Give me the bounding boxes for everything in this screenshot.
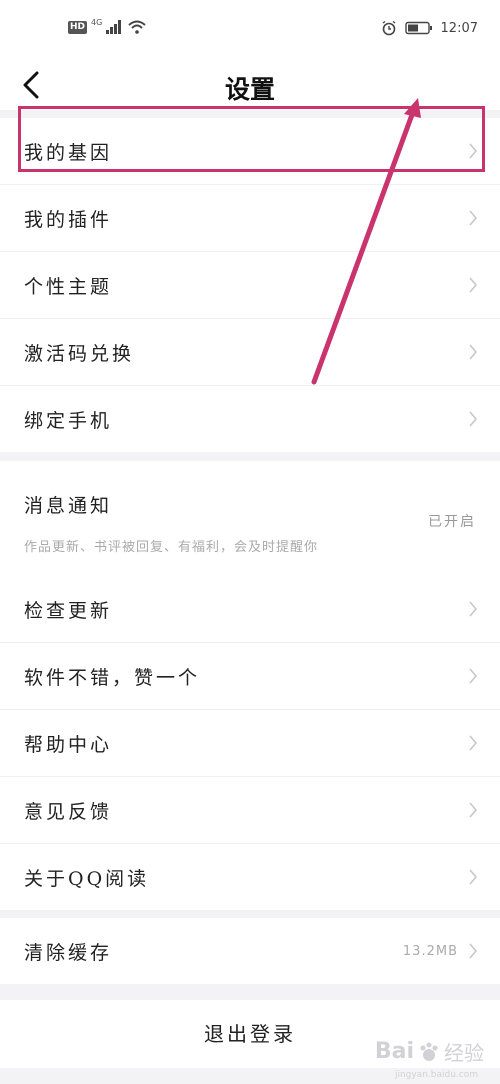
row-clear-cache[interactable]: 清除缓存 13.2MB — [0, 918, 500, 984]
row-label: 检查更新 — [24, 599, 113, 622]
row-label: 绑定手机 — [24, 409, 113, 432]
row-bind-phone[interactable]: 绑定手机 — [0, 386, 500, 452]
notification-status: 已开启 — [428, 514, 476, 530]
cache-size: 13.2MB — [402, 943, 458, 959]
row-label: 激活码兑换 — [24, 342, 135, 365]
battery-icon — [404, 21, 432, 35]
settings-group-cache: 清除缓存 13.2MB — [0, 918, 500, 984]
chevron-right-icon — [469, 735, 478, 751]
row-rate-app[interactable]: 软件不错，赞一个 — [0, 643, 500, 710]
row-label: 帮助中心 — [24, 733, 113, 756]
status-right: 12:07 — [381, 20, 478, 36]
row-redeem-code[interactable]: 激活码兑换 — [0, 319, 500, 386]
row-feedback[interactable]: 意见反馈 — [0, 777, 500, 844]
settings-group-general: 检查更新 软件不错，赞一个 帮助中心 意见反馈 关于QQ阅读 — [0, 576, 500, 910]
paw-icon — [420, 1042, 438, 1061]
row-themes[interactable]: 个性主题 — [0, 252, 500, 319]
notification-subtitle: 作品更新、书评被回复、有福利，会及时提醒你 — [24, 540, 319, 555]
row-notifications[interactable]: 消息通知 作品更新、书评被回复、有福利，会及时提醒你 已开启 — [0, 461, 500, 577]
row-label: 软件不错，赞一个 — [24, 666, 201, 689]
chevron-right-icon — [469, 411, 478, 427]
chevron-right-icon — [469, 601, 478, 617]
row-label: 我的插件 — [24, 208, 113, 231]
row-label: 清除缓存 — [24, 941, 113, 964]
row-help-center[interactable]: 帮助中心 — [0, 710, 500, 777]
row-my-plugins[interactable]: 我的插件 — [0, 185, 500, 252]
chevron-right-icon — [469, 943, 478, 959]
alarm-icon — [382, 20, 395, 36]
network-type: 4G — [91, 17, 103, 27]
row-label: 个性主题 — [24, 275, 113, 298]
row-check-update[interactable]: 检查更新 — [0, 576, 500, 643]
status-bar: HD 4G 12:07 — [0, 0, 500, 60]
row-label: 关于QQ阅读 — [24, 867, 150, 890]
baidu-watermark: Bai 经验 — [375, 1037, 484, 1066]
clock: 12:07 — [440, 20, 478, 36]
signal-icon — [106, 20, 122, 34]
settings-screen: HD 4G 12:07 设置 我的基因 我的插件 个性主题 激活码兑换 绑定手机… — [0, 0, 500, 1084]
chevron-right-icon — [469, 277, 478, 293]
status-left: HD 4G — [68, 17, 146, 34]
chevron-right-icon — [469, 210, 478, 226]
nav-header: 设置 — [0, 60, 500, 110]
watermark-cn: 经验 — [444, 1041, 484, 1065]
annotation-highlight-box — [18, 106, 485, 172]
row-about[interactable]: 关于QQ阅读 — [0, 844, 500, 910]
wifi-icon — [128, 20, 146, 34]
chevron-right-icon — [469, 802, 478, 818]
watermark-text: Bai — [374, 1039, 414, 1064]
hd-badge: HD — [68, 20, 88, 34]
watermark-url: jingyan.baidu.com — [394, 1070, 478, 1080]
chevron-right-icon — [469, 869, 478, 885]
chevron-right-icon — [469, 344, 478, 360]
row-label: 意见反馈 — [24, 800, 113, 823]
chevron-right-icon — [469, 668, 478, 684]
settings-group-notification: 消息通知 作品更新、书评被回复、有福利，会及时提醒你 已开启 — [0, 461, 500, 577]
page-title: 设置 — [224, 75, 275, 104]
notification-title: 消息通知 — [24, 495, 113, 517]
